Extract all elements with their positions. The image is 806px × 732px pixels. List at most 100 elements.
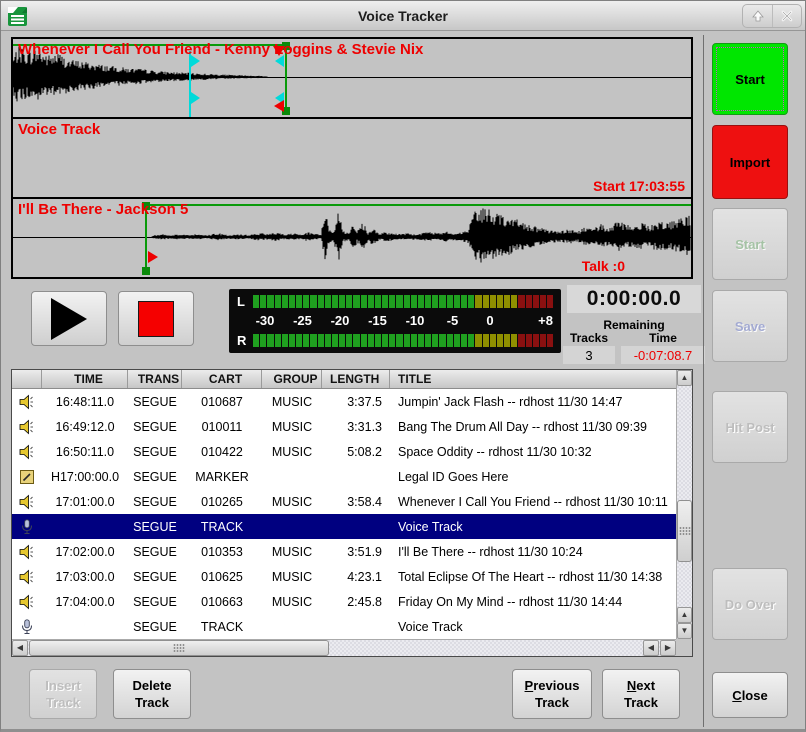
button-label: Previous <box>525 677 580 694</box>
next-track-waveform[interactable]: I'll Be There - Jackson 5 Talk :0 <box>13 199 691 277</box>
stop-button[interactable] <box>118 291 194 346</box>
save-button[interactable]: Save <box>712 290 788 362</box>
vertical-scrollbar[interactable]: ▲ ▲ ▼ <box>676 370 692 639</box>
speaker-icon <box>12 594 42 610</box>
close-icon <box>779 8 795 24</box>
fade-marker-handle[interactable] <box>191 92 200 104</box>
delete-track-button[interactable]: Delete Track <box>113 669 191 719</box>
tracks-remaining-value: 3 <box>563 346 615 364</box>
column-header[interactable]: CART <box>182 370 262 388</box>
log-cell: 17:02:00.0 <box>42 545 128 559</box>
log-cell: Total Eclipse Of The Heart -- rdhost 11/… <box>390 570 676 584</box>
end-marker-handle[interactable] <box>274 100 284 112</box>
log-cell: SEGUE <box>128 495 182 509</box>
log-row[interactable]: SEGUETRACKVoice Track <box>12 614 676 639</box>
log-cell: 010422 <box>182 445 262 459</box>
log-cell: SEGUE <box>128 620 182 634</box>
button-label: Save <box>735 318 765 335</box>
log-row[interactable]: SEGUETRACKVoice Track <box>12 514 676 539</box>
column-header[interactable]: GROUP <box>262 370 322 388</box>
scroll-left-button[interactable]: ◀ <box>12 640 28 656</box>
log-cell: Friday On My Mind -- rdhost 11/30 14:44 <box>390 595 676 609</box>
column-header[interactable] <box>12 370 42 388</box>
log-cell: 16:49:12.0 <box>42 420 128 434</box>
log-rows: 16:48:11.0SEGUE010687MUSIC3:37.5Jumpin' … <box>12 389 676 639</box>
shade-button[interactable] <box>743 5 772 27</box>
speaker-icon <box>12 444 42 460</box>
log-row[interactable]: 16:48:11.0SEGUE010687MUSIC3:37.5Jumpin' … <box>12 389 676 414</box>
vertical-scroll-thumb[interactable] <box>677 500 692 562</box>
talk-time-label: Talk :0 <box>582 258 625 274</box>
button-label: Delete <box>132 677 171 694</box>
scroll-down-button[interactable]: ▼ <box>677 623 692 639</box>
log-row[interactable]: 17:01:00.0SEGUE010265MUSIC3:58.4Whenever… <box>12 489 676 514</box>
start-playback-button[interactable]: Start <box>712 208 788 280</box>
log-cell: MUSIC <box>262 570 322 584</box>
button-label: Start <box>735 71 765 88</box>
marker-handle-square[interactable] <box>142 267 150 275</box>
track-title: Whenever I Call You Friend - Kenny Loggi… <box>18 41 423 58</box>
log-cell: 3:37.5 <box>322 395 390 409</box>
meter-scale-label: -25 <box>293 313 312 328</box>
horizontal-scrollbar[interactable]: ◀ ◀ ▶ <box>12 639 676 656</box>
log-cell: MUSIC <box>262 420 322 434</box>
log-cell: MUSIC <box>262 395 322 409</box>
start-record-button[interactable]: Start <box>712 43 788 115</box>
previous-track-button[interactable]: Previous Track <box>512 669 592 719</box>
waveform-area: Whenever I Call You Friend - Kenny Loggi… <box>11 37 693 279</box>
next-track-button[interactable]: Next Track <box>602 669 680 719</box>
log-cell: 16:50:11.0 <box>42 445 128 459</box>
log-header: TIMETRANSCARTGROUPLENGTHTITLE <box>12 370 676 389</box>
segue-level-line <box>145 204 691 206</box>
do-over-button[interactable]: Do Over <box>712 568 788 640</box>
log-cell: MARKER <box>182 470 262 484</box>
column-header[interactable]: TRANS <box>128 370 182 388</box>
log-row[interactable]: 17:02:00.0SEGUE010353MUSIC3:51.9I'll Be … <box>12 539 676 564</box>
meter-scale: -30-25-20-15-10-50+8 <box>253 313 553 330</box>
button-label: Import <box>730 154 770 171</box>
scroll-up-button[interactable]: ▲ <box>677 370 692 386</box>
close-button[interactable]: Close <box>712 672 788 718</box>
log-row[interactable]: 16:50:11.0SEGUE010422MUSIC5:08.2Space Od… <box>12 439 676 464</box>
speaker-icon <box>12 394 42 410</box>
left-meter-bars <box>253 295 553 308</box>
play-button[interactable] <box>31 291 107 346</box>
voice-track-waveform[interactable]: Voice Track Start 17:03:55 <box>13 119 691 197</box>
right-meter-bars <box>253 334 553 347</box>
start-marker-handle[interactable] <box>148 251 158 263</box>
meter-scale-label: -30 <box>256 313 275 328</box>
horizontal-scroll-thumb[interactable] <box>29 640 329 656</box>
log-row[interactable]: H17:00:00.0SEGUEMARKERLegal ID Goes Here <box>12 464 676 489</box>
speaker-icon <box>12 419 42 435</box>
track-title: Voice Track <box>18 121 100 138</box>
column-header[interactable]: TITLE <box>390 370 676 388</box>
log-cell: SEGUE <box>128 595 182 609</box>
log-cell: Whenever I Call You Friend -- rdhost 11/… <box>390 495 676 509</box>
meter-scale-label: -10 <box>406 313 425 328</box>
insert-track-button[interactable]: Insert Track <box>29 669 97 719</box>
column-header[interactable]: LENGTH <box>322 370 390 388</box>
scroll-right-button[interactable]: ▶ <box>660 640 676 656</box>
mic-icon <box>12 519 42 535</box>
button-label: Start <box>735 236 765 253</box>
hit-post-button[interactable]: Hit Post <box>712 391 788 463</box>
start-time-label: Start 17:03:55 <box>593 178 685 194</box>
log-cell: MUSIC <box>262 445 322 459</box>
log-cell: 010353 <box>182 545 262 559</box>
log-row[interactable]: 17:03:00.0SEGUE010625MUSIC4:23.1Total Ec… <box>12 564 676 589</box>
meter-scale-label: +8 <box>538 313 553 328</box>
log-row[interactable]: 16:49:12.0SEGUE010011MUSIC3:31.3Bang The… <box>12 414 676 439</box>
log-row[interactable]: 17:04:00.0SEGUE010663MUSIC2:45.8Friday O… <box>12 589 676 614</box>
scroll-left-button[interactable]: ◀ <box>643 640 659 656</box>
import-button[interactable]: Import <box>712 125 788 199</box>
transport-bar: L -30-25-20-15-10-50+8 R 0:00:00.0 Remai… <box>11 285 701 365</box>
meter-scale-label: -15 <box>368 313 387 328</box>
window-controls <box>742 4 802 28</box>
button-label: Close <box>732 687 767 704</box>
right-channel-label: R <box>237 334 253 347</box>
column-header[interactable]: TIME <box>42 370 128 388</box>
previous-track-waveform[interactable]: Whenever I Call You Friend - Kenny Loggi… <box>13 39 691 117</box>
stop-icon <box>138 301 174 337</box>
close-window-button[interactable] <box>772 5 801 27</box>
scroll-up-button[interactable]: ▲ <box>677 607 692 623</box>
